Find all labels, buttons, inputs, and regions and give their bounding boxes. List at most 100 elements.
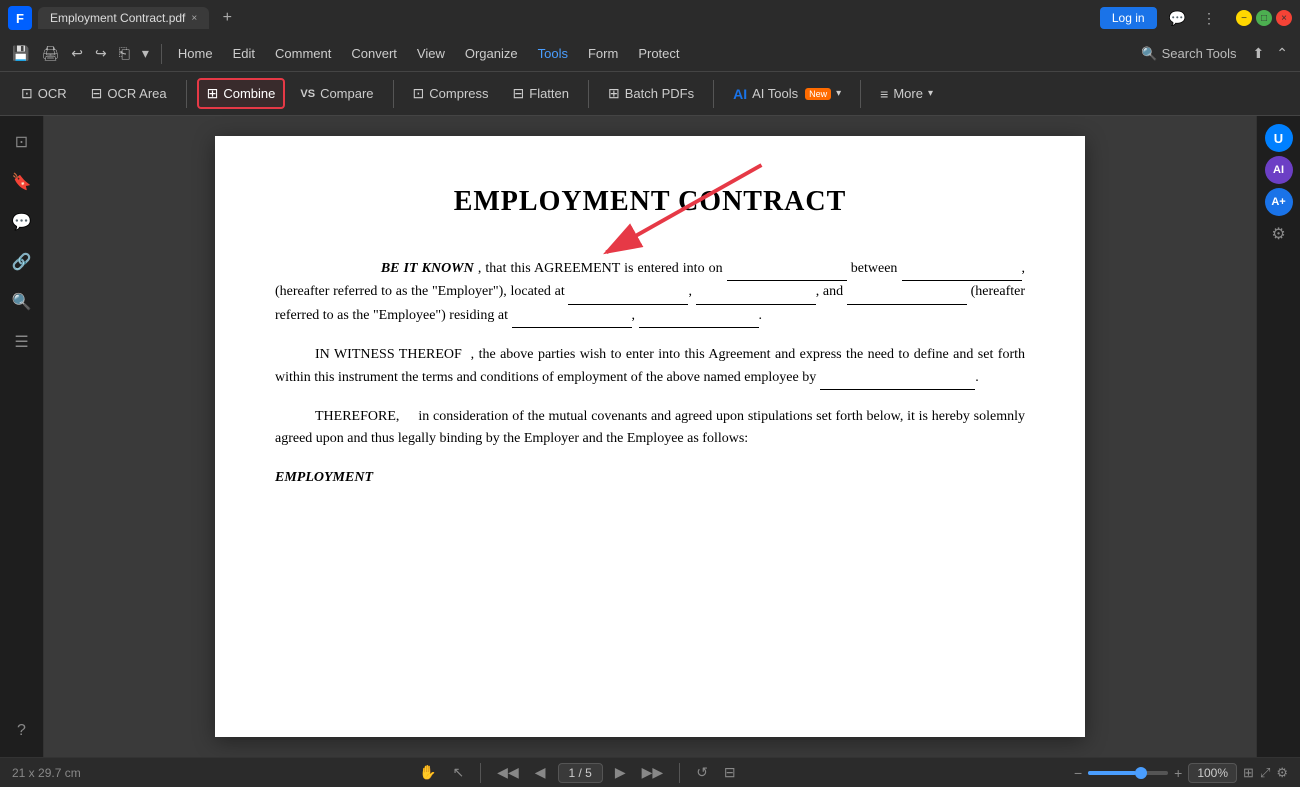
share-icon[interactable]: ⎗	[115, 41, 134, 66]
search-tools-btn[interactable]: 🔍 Search Tools	[1133, 42, 1244, 66]
batch-pdfs-btn[interactable]: ⊞ Batch PDFs	[599, 79, 703, 108]
minimize-btn[interactable]: −	[1236, 10, 1252, 26]
add-tab-btn[interactable]: +	[215, 6, 239, 30]
menu-convert[interactable]: Convert	[343, 42, 405, 65]
title-bar: F Employment Contract.pdf × + Log in 💬 ⋮…	[0, 0, 1300, 36]
menu-protect[interactable]: Protect	[630, 42, 687, 65]
window-controls: − □ ×	[1236, 10, 1292, 26]
toolbar-sep-5	[860, 80, 861, 108]
batch-pdfs-icon: ⊞	[608, 85, 620, 102]
fit-width-btn[interactable]: ⊞	[1243, 765, 1254, 781]
menu-home[interactable]: Home	[170, 42, 221, 65]
fullscreen-btn[interactable]: ⤢	[1260, 765, 1270, 781]
compress-btn[interactable]: ⊡ Compress	[404, 79, 498, 108]
page-indicator[interactable]: 1 / 5	[558, 763, 603, 783]
ai-assistant-btn[interactable]: AI	[1265, 156, 1293, 184]
next-page-btn[interactable]: ▶	[611, 762, 630, 783]
left-sidebar: ⊡ 🔖 💬 🔗 🔍 ☰ ?	[0, 116, 44, 757]
menu-view[interactable]: View	[409, 42, 453, 65]
search-tools-label: Search Tools	[1162, 46, 1237, 61]
sidebar-icon-search[interactable]: 🔍	[4, 284, 40, 320]
pdf-body: BE IT KNOWN , that this AGREEMENT is ent…	[275, 258, 1025, 489]
pdf-page: EMPLOYMENT CONTRACT BE IT KNOWN , that t…	[215, 136, 1085, 737]
menu-edit[interactable]: Edit	[225, 42, 263, 65]
sidebar-icon-links[interactable]: 🔗	[4, 244, 40, 280]
flatten-label: Flatten	[529, 86, 569, 101]
dropdown-icon[interactable]: ▾	[138, 41, 153, 66]
ai-dropdown-icon: ▾	[836, 88, 841, 99]
tab-label: Employment Contract.pdf	[50, 11, 185, 25]
prev-page-btn[interactable]: ◀	[531, 762, 550, 783]
more-btn[interactable]: ≡ More ▾	[871, 80, 942, 108]
more-menu-icon[interactable]: ⋮	[1198, 8, 1220, 29]
pdf-paragraph-2: IN WITNESS THEREOF , the above parties w…	[275, 344, 1025, 390]
toolbar-sep-3	[588, 80, 589, 108]
ocr-area-icon: ⊟	[91, 85, 103, 102]
combine-label: Combine	[223, 86, 275, 101]
compress-label: Compress	[429, 86, 488, 101]
title-bar-actions: Log in 💬 ⋮	[1100, 7, 1220, 29]
blank-date	[727, 258, 847, 281]
menu-form[interactable]: Form	[580, 42, 626, 65]
undo-icon[interactable]: ↩	[67, 41, 87, 66]
blank-party1	[902, 258, 1022, 281]
pdf-scroll[interactable]: EMPLOYMENT CONTRACT BE IT KNOWN , that t…	[44, 116, 1256, 757]
ocr-label: OCR	[38, 86, 67, 101]
blank-emp-addr2	[639, 305, 759, 328]
tab-close-btn[interactable]: ×	[191, 13, 197, 24]
more-icon: ≡	[880, 86, 888, 102]
upload-icon[interactable]: ⬆	[1249, 41, 1269, 66]
collapse-icon[interactable]: ⌃	[1272, 41, 1292, 66]
first-page-btn[interactable]: ◀◀	[493, 762, 523, 783]
sidebar-icon-layers[interactable]: ☰	[4, 324, 40, 360]
combine-icon: ⊞	[207, 85, 219, 102]
select-tool-btn[interactable]: ↖	[448, 762, 468, 783]
pdf-bold-1: BE IT KNOWN	[381, 261, 474, 276]
sidebar-icon-pages[interactable]: ⊡	[4, 124, 40, 160]
zoom-percentage[interactable]: 100%	[1188, 763, 1237, 783]
last-page-btn[interactable]: ▶▶	[638, 762, 668, 783]
app-logo[interactable]: F	[8, 6, 32, 30]
pdf-title: EMPLOYMENT CONTRACT	[275, 186, 1025, 218]
print-icon[interactable]: 🖨	[37, 41, 63, 66]
combine-btn[interactable]: ⊞ Combine	[197, 78, 286, 109]
maximize-btn[interactable]: □	[1256, 10, 1272, 26]
ai-tools-label: AI Tools	[752, 86, 798, 101]
adjust-icon[interactable]: ⚙	[1267, 220, 1289, 248]
save-icon[interactable]: 💾	[8, 41, 33, 66]
right-sidebar: U AI A+ ⚙	[1256, 116, 1300, 757]
close-btn[interactable]: ×	[1276, 10, 1292, 26]
app-tab[interactable]: Employment Contract.pdf ×	[38, 7, 209, 29]
menu-bar: 💾 🖨 ↩ ↪ ⎗ ▾ Home Edit Comment Convert Vi…	[0, 36, 1300, 72]
sidebar-icon-help[interactable]: ?	[4, 713, 40, 749]
settings-btn[interactable]: ⚙	[1276, 765, 1288, 781]
compare-icon: VS	[300, 88, 315, 100]
avatar[interactable]: U	[1265, 124, 1293, 152]
hand-tool-btn[interactable]: ✋	[415, 762, 440, 783]
flatten-btn[interactable]: ⊟ Flatten	[504, 79, 578, 108]
blank-employer-name	[820, 367, 976, 390]
ocr-icon: ⊡	[21, 85, 33, 102]
menu-organize[interactable]: Organize	[457, 42, 526, 65]
toolbar: ⊡ OCR ⊟ OCR Area ⊞ Combine VS Compare ⊡ …	[0, 72, 1300, 116]
message-icon[interactable]: 💬	[1165, 8, 1190, 29]
zoom-in-btn[interactable]: +	[1174, 765, 1182, 781]
sidebar-icon-comments[interactable]: 💬	[4, 204, 40, 240]
sidebar-icon-bookmarks[interactable]: 🔖	[4, 164, 40, 200]
translate-btn[interactable]: A+	[1265, 188, 1293, 216]
zoom-out-btn[interactable]: −	[1074, 765, 1082, 781]
redo-icon[interactable]: ↪	[91, 41, 111, 66]
zoom-slider[interactable]	[1088, 771, 1168, 775]
split-btn[interactable]: ⊟	[720, 762, 740, 783]
menu-comment[interactable]: Comment	[267, 42, 339, 65]
menu-divider	[161, 44, 162, 64]
rotate-btn[interactable]: ↺	[692, 762, 712, 783]
ai-tools-btn[interactable]: AI AI Tools New ▾	[724, 80, 850, 108]
compare-btn[interactable]: VS Compare	[291, 80, 382, 107]
new-badge: New	[805, 88, 831, 100]
ocr-btn[interactable]: ⊡ OCR	[12, 79, 76, 108]
login-button[interactable]: Log in	[1100, 7, 1157, 29]
menu-tools[interactable]: Tools	[530, 42, 576, 65]
ocr-area-btn[interactable]: ⊟ OCR Area	[82, 79, 176, 108]
zoom-slider-thumb[interactable]	[1135, 767, 1147, 779]
